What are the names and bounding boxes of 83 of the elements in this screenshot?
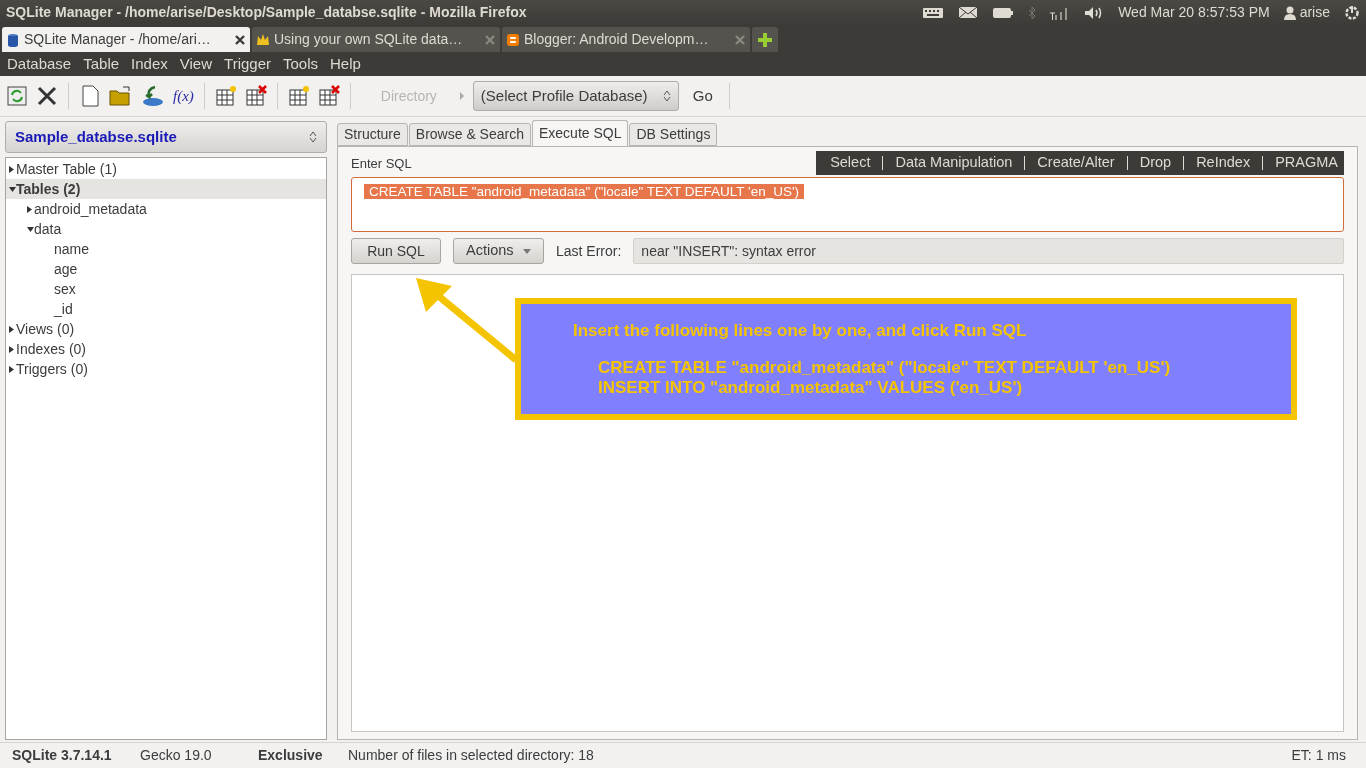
tab[interactable]: DB Settings	[629, 123, 718, 146]
category-link[interactable]: PRAGMA	[1263, 152, 1342, 174]
last-error-label: Last Error:	[556, 241, 622, 261]
updown-arrows-icon	[309, 131, 317, 143]
tree-item[interactable]: data	[6, 219, 326, 239]
dropdown-caret-icon	[523, 248, 531, 254]
run-sql-button[interactable]: Run SQL	[351, 238, 441, 264]
status-text: SQLite 3.7.14.1	[12, 746, 113, 765]
new-tab-button[interactable]	[752, 27, 778, 52]
plus-icon	[757, 31, 773, 48]
status-text: Number of files in selected directory: 18	[348, 746, 594, 765]
expanded-triangle-icon[interactable]	[26, 225, 35, 233]
selected-sql-text: CREATE TABLE "android_metadata" ("locale" TEXT DEFAULT 'en_US')	[364, 184, 804, 199]
open-folder-icon[interactable]	[109, 85, 133, 107]
tree-item[interactable]: Views (0)	[6, 319, 326, 339]
directory-label: Directory	[380, 86, 437, 106]
tab[interactable]: Structure	[337, 123, 408, 146]
menu-item[interactable]: Index	[125, 52, 174, 76]
tree-item[interactable]: age	[6, 259, 326, 279]
new-file-icon[interactable]	[79, 85, 101, 107]
tab[interactable]: Execute SQL	[532, 120, 629, 146]
status-text: Exclusive	[258, 746, 324, 765]
browser-tab[interactable]: Blogger: Android Developm…	[502, 27, 750, 52]
tree-item[interactable]: name	[6, 239, 326, 259]
profile-select[interactable]: (Select Profile Database)	[472, 81, 679, 111]
tab[interactable]: Browse & Search	[408, 123, 531, 146]
status-text: ET: 1 ms	[1291, 746, 1347, 765]
add-index-icon[interactable]	[287, 85, 310, 107]
user-name[interactable]: arise	[1299, 2, 1330, 23]
callout-line: INSERT INTO "android_metadata" VALUES ('en_US')	[598, 377, 1024, 398]
close-icon[interactable]	[234, 33, 246, 46]
power-gear-icon[interactable]	[1344, 4, 1360, 21]
blog-icon	[506, 32, 520, 47]
expanded-triangle-icon[interactable]	[8, 185, 17, 193]
tree-item[interactable]: Tables (2)	[6, 179, 326, 199]
browser-tab[interactable]: SQLite Manager - /home/ari…	[2, 27, 250, 52]
actions-button[interactable]: Actions	[453, 238, 544, 264]
menu-item[interactable]: Database	[1, 52, 78, 76]
clock-text[interactable]: Wed Mar 20 8:57:53 PM	[1118, 2, 1270, 23]
menu-item[interactable]: Table	[77, 52, 126, 76]
drop-index-icon[interactable]	[317, 85, 340, 107]
menu-item[interactable]: Help	[324, 52, 367, 76]
browser-tab[interactable]: Using your own SQLite data…	[252, 27, 500, 52]
tree-item[interactable]: Indexes (0)	[6, 339, 326, 359]
collapsed-triangle-icon[interactable]	[26, 204, 33, 214]
bluetooth-icon[interactable]	[1028, 5, 1037, 20]
category-link[interactable]: Select	[818, 152, 883, 174]
database-select[interactable]: Sample_databse.sqlite	[5, 121, 327, 153]
updown-arrows-icon	[662, 90, 671, 102]
collapsed-triangle-icon[interactable]	[8, 164, 15, 174]
menu-item[interactable]: Trigger	[218, 52, 277, 76]
category-link[interactable]: ReIndex	[1184, 152, 1263, 174]
menu-item[interactable]: View	[173, 52, 219, 76]
callout-line: CREATE TABLE "android_metadata" ("locale" TEXT DEFAULT 'en_US')	[598, 357, 1172, 378]
go-button[interactable]: Go	[686, 84, 719, 108]
window-title: SQLite Manager - /home/arise/Desktop/Sample_databse.sqlite - Mozilla Firefox	[6, 3, 527, 22]
tab-title: SQLite Manager - /home/ari…	[24, 30, 212, 49]
tab-title: Blogger: Android Developm…	[524, 30, 710, 49]
tree-item[interactable]: Triggers (0)	[6, 359, 326, 379]
category-link[interactable]: Drop	[1127, 152, 1184, 174]
crown-icon	[256, 32, 270, 47]
database-icon	[6, 32, 20, 47]
drop-table-icon[interactable]	[244, 85, 267, 107]
enter-sql-label: Enter SQL	[351, 155, 412, 173]
menu-item[interactable]: Tools	[277, 52, 325, 76]
battery-icon[interactable]	[992, 6, 1015, 19]
user-icon[interactable]	[1283, 5, 1296, 20]
tab-title: Using your own SQLite data…	[274, 30, 464, 49]
tree-item[interactable]: sex	[6, 279, 326, 299]
category-link[interactable]: Data Manipulation	[883, 152, 1025, 174]
tree-item[interactable]: Master Table (1)	[6, 159, 326, 179]
function-button[interactable]: f(x)	[173, 84, 194, 108]
tree-item[interactable]: android_metadata	[6, 199, 326, 219]
callout-heading: Insert the following lines one by one, and click Run SQL	[573, 320, 1028, 342]
add-table-icon[interactable]	[214, 85, 237, 107]
status-text: Gecko 19.0	[140, 746, 213, 765]
keyboard-icon[interactable]	[922, 6, 945, 19]
refresh-icon[interactable]	[6, 85, 28, 107]
attach-database-icon[interactable]	[141, 85, 165, 107]
mail-icon[interactable]	[958, 6, 979, 19]
category-link[interactable]: Create/Alter	[1025, 152, 1127, 174]
last-error-field: near "INSERT": syntax error	[633, 238, 1344, 264]
tree-item[interactable]: _id	[6, 299, 326, 319]
